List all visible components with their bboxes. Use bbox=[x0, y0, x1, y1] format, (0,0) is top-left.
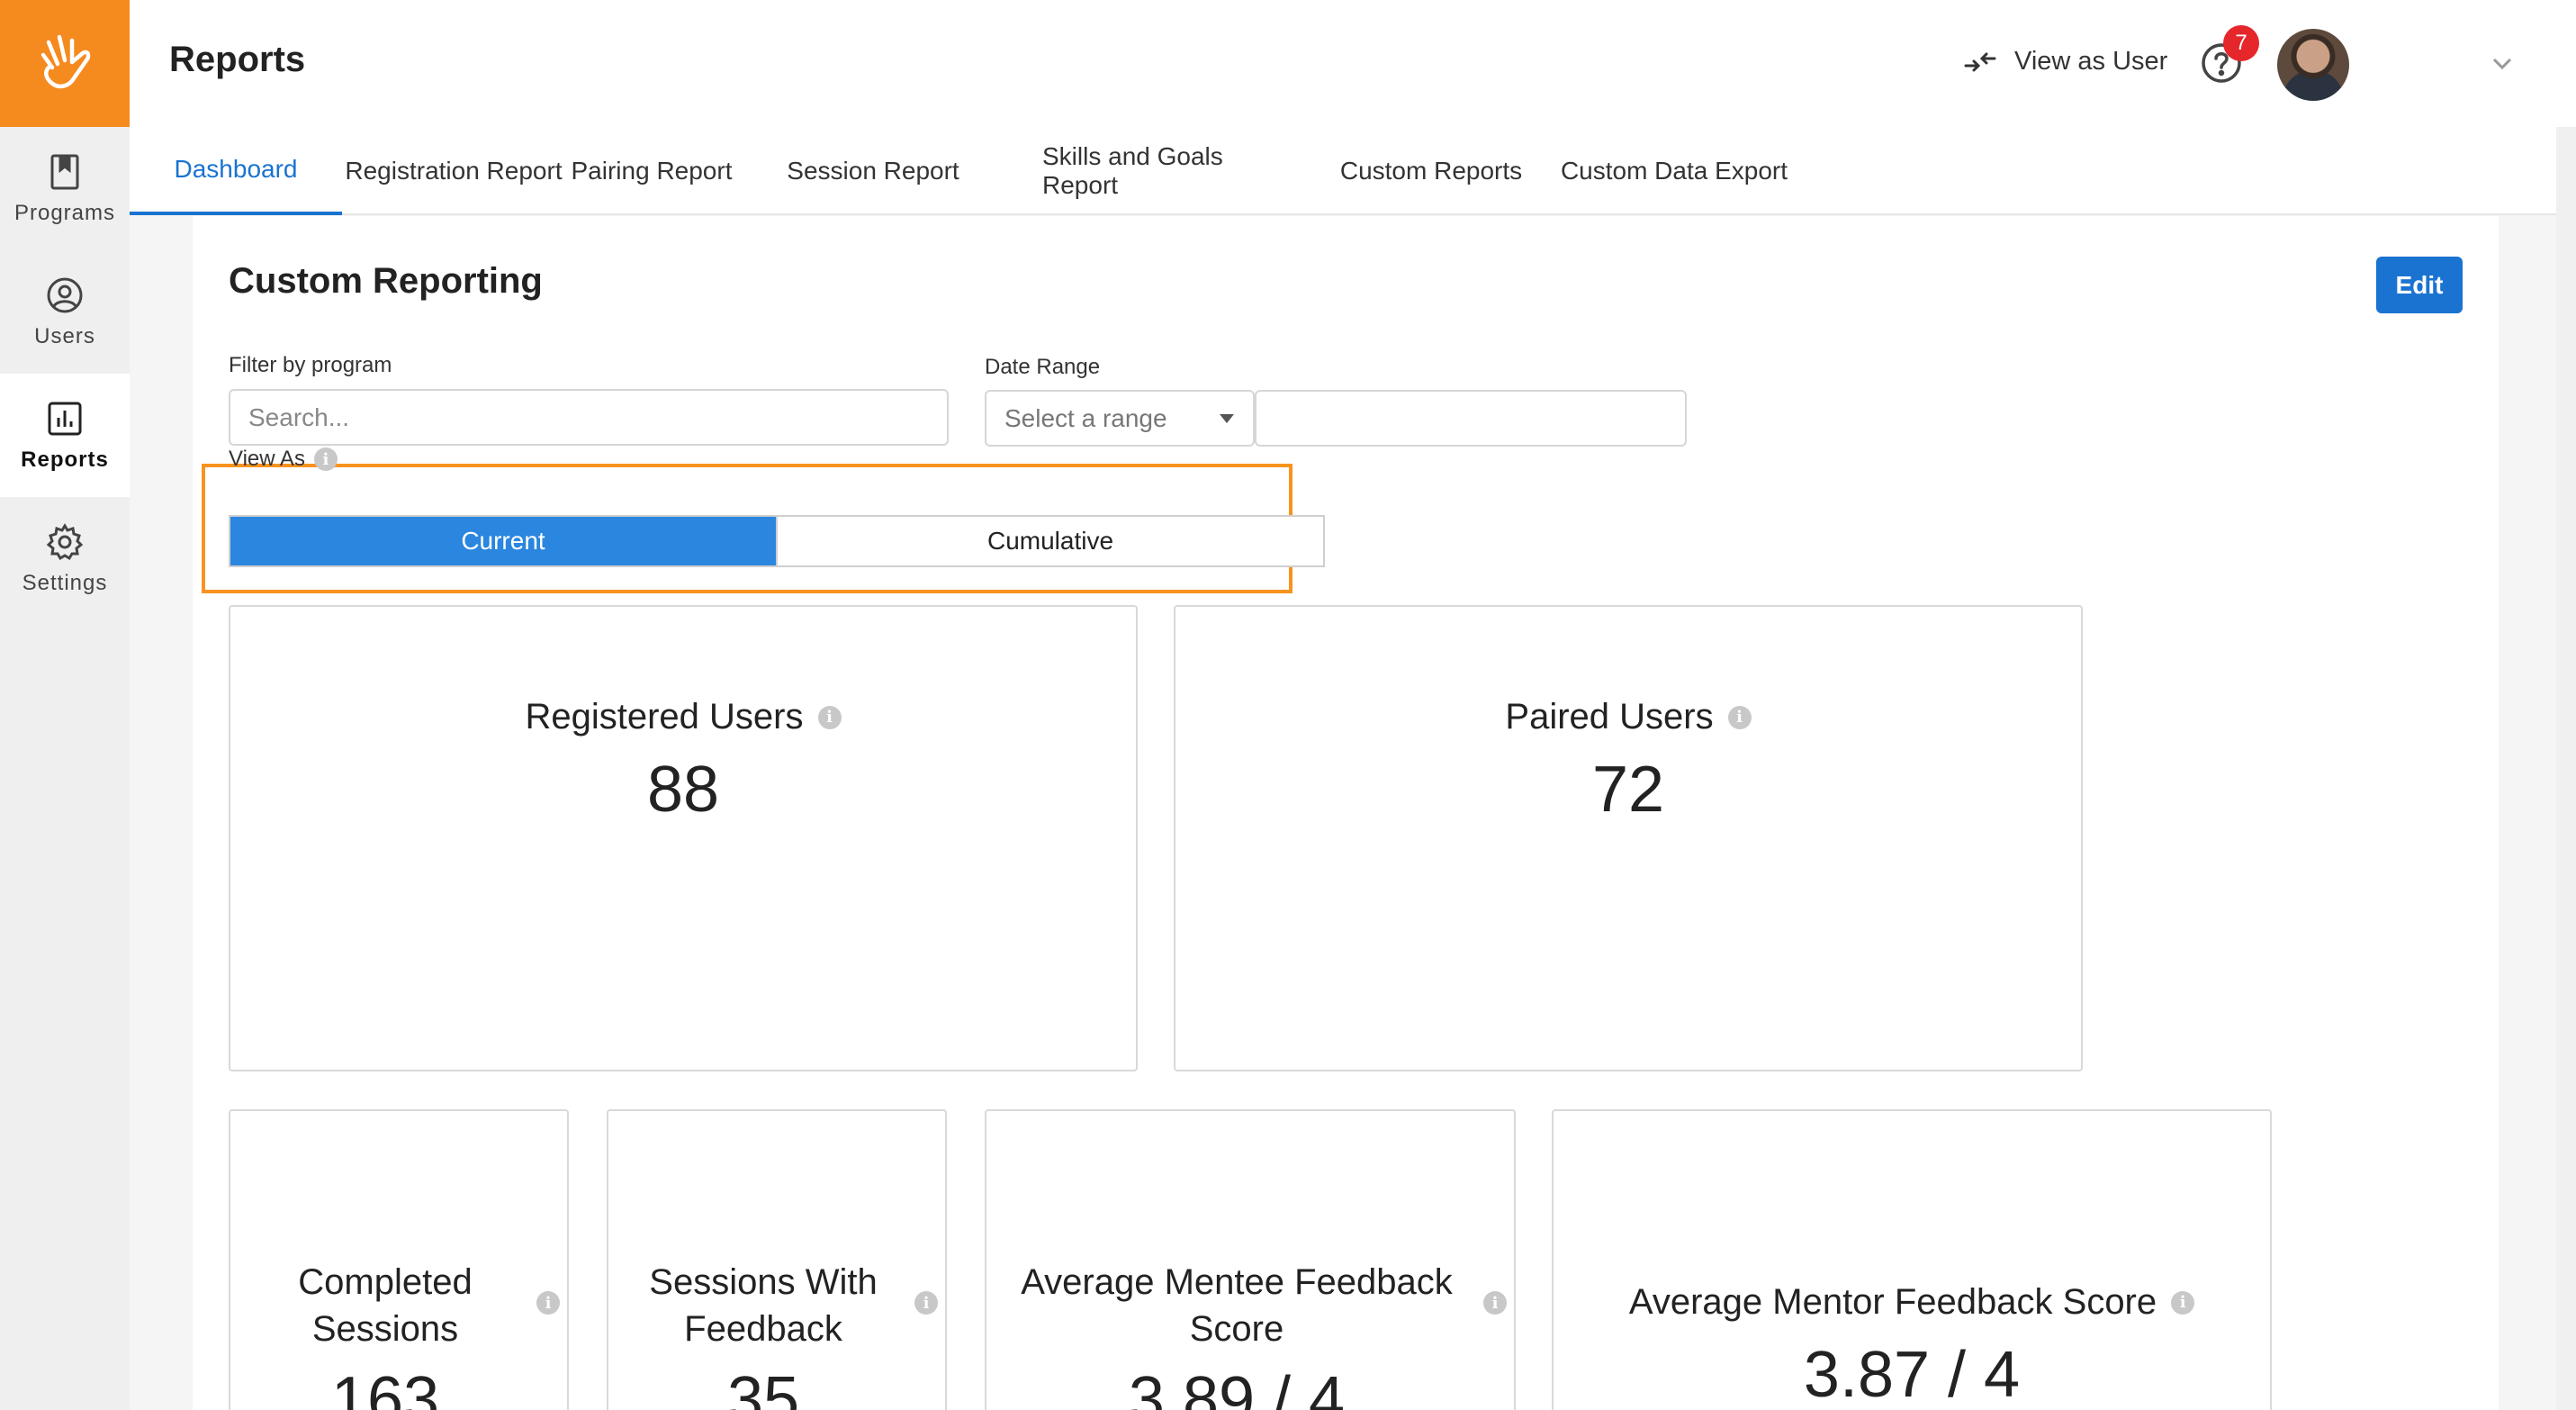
sidebar-item-label: Users bbox=[34, 323, 95, 348]
notification-badge: 7 bbox=[2223, 25, 2259, 61]
chevron-down-icon[interactable] bbox=[2490, 50, 2515, 76]
main-content: Custom Reporting Edit Filter by program … bbox=[193, 216, 2499, 1410]
card-title: Paired Users i bbox=[1175, 697, 2081, 737]
avg-mentee-feedback-card: Average Mentee Feedback Score i 3.89 / 4 bbox=[985, 1109, 1516, 1410]
info-icon[interactable]: i bbox=[2171, 1290, 2195, 1315]
tab-registration-report[interactable]: Registration Report bbox=[342, 127, 565, 215]
tab-custom-reports[interactable]: Custom Reports bbox=[1336, 127, 1527, 215]
sidebar-item-users[interactable]: Users bbox=[0, 250, 130, 374]
report-tabs: Dashboard Registration Report Pairing Re… bbox=[130, 127, 2576, 215]
sidebar-item-label: Settings bbox=[22, 570, 108, 595]
card-title-text: Paired Users bbox=[1505, 697, 1714, 737]
tab-pairing-report[interactable]: Pairing Report bbox=[565, 127, 738, 215]
tab-custom-data-export[interactable]: Custom Data Export bbox=[1555, 127, 1793, 215]
card-title: Average Mentor Feedback Score i bbox=[1554, 1282, 2270, 1323]
view-as-current-button[interactable]: Current bbox=[230, 517, 776, 565]
swap-arrows-icon bbox=[1964, 52, 1996, 71]
sidebar: Programs Users Reports Settings bbox=[0, 0, 130, 1410]
section-title: Custom Reporting bbox=[229, 261, 543, 301]
completed-sessions-card: Completed Sessions i 163 bbox=[229, 1109, 569, 1410]
view-as-toggle: Current Cumulative bbox=[229, 515, 1325, 567]
view-as-label-text: View As bbox=[229, 447, 305, 471]
caret-down-icon bbox=[1220, 413, 1234, 423]
gear-icon bbox=[45, 522, 85, 562]
info-icon[interactable]: i bbox=[817, 705, 842, 729]
view-as-user-label: View as User bbox=[2014, 47, 2168, 76]
card-value: 3.87 / 4 bbox=[1803, 1339, 2021, 1410]
date-range-input[interactable] bbox=[1255, 390, 1687, 447]
card-value: 88 bbox=[646, 754, 720, 826]
sidebar-item-label: Programs bbox=[14, 200, 116, 225]
card-value: 35 bbox=[726, 1364, 800, 1410]
info-icon[interactable]: i bbox=[313, 447, 338, 471]
sidebar-item-programs[interactable]: Programs bbox=[0, 127, 130, 250]
tab-skills-goals-report[interactable]: Skills and Goals Report bbox=[1042, 127, 1303, 215]
card-title-text: Average Mentor Feedback Score bbox=[1628, 1282, 2157, 1322]
info-icon[interactable]: i bbox=[536, 1291, 560, 1315]
filter-program-label: Filter by program bbox=[229, 353, 392, 377]
view-as-label: View As i bbox=[229, 447, 338, 472]
bookmark-book-icon bbox=[45, 152, 85, 192]
sidebar-item-reports[interactable]: Reports bbox=[0, 374, 130, 497]
date-range-label: Date Range bbox=[985, 355, 1101, 379]
sidebar-item-label: Reports bbox=[21, 447, 109, 472]
avg-mentor-feedback-card: Average Mentor Feedback Score i 3.87 / 4 bbox=[1552, 1109, 2272, 1410]
edit-button[interactable]: Edit bbox=[2376, 257, 2463, 313]
view-as-cumulative-button[interactable]: Cumulative bbox=[776, 517, 1323, 565]
info-icon[interactable]: i bbox=[1483, 1291, 1507, 1315]
sessions-with-feedback-card: Sessions With Feedback i 35 bbox=[607, 1109, 947, 1410]
paired-users-card: Paired Users i 72 bbox=[1174, 605, 2083, 1071]
app-root: Programs Users Reports Settings Reports … bbox=[0, 0, 2576, 1410]
tab-session-report[interactable]: Session Report bbox=[774, 127, 972, 215]
card-value: 3.89 / 4 bbox=[1128, 1364, 1346, 1410]
date-range-value: Select a range bbox=[1004, 403, 1167, 432]
card-value: 163 bbox=[330, 1364, 440, 1410]
card-title-text: Sessions With Feedback bbox=[649, 1262, 878, 1349]
app-logo[interactable] bbox=[0, 0, 130, 127]
waving-hand-icon bbox=[41, 34, 91, 88]
info-icon[interactable]: i bbox=[914, 1291, 938, 1315]
card-title-text: Average Mentee Feedback Score bbox=[1021, 1262, 1453, 1349]
user-circle-icon bbox=[45, 276, 85, 315]
date-range-select[interactable]: Select a range bbox=[985, 390, 1255, 447]
registered-users-card: Registered Users i 88 bbox=[229, 605, 1138, 1071]
card-title-text: Registered Users bbox=[525, 697, 804, 737]
program-search-input[interactable] bbox=[229, 389, 949, 446]
bar-chart-icon bbox=[45, 399, 85, 438]
tab-dashboard[interactable]: Dashboard bbox=[130, 127, 342, 215]
page-scrollbar[interactable] bbox=[2556, 127, 2576, 1410]
card-value: 72 bbox=[1591, 754, 1665, 826]
info-icon[interactable]: i bbox=[1727, 705, 1752, 729]
avatar[interactable] bbox=[2277, 29, 2349, 101]
card-title-text: Completed Sessions bbox=[298, 1262, 473, 1349]
page-title: Reports bbox=[169, 40, 306, 79]
card-title: Registered Users i bbox=[230, 697, 1136, 737]
view-as-user-button[interactable]: View as User bbox=[1962, 47, 2167, 77]
sidebar-item-settings[interactable]: Settings bbox=[0, 497, 130, 620]
